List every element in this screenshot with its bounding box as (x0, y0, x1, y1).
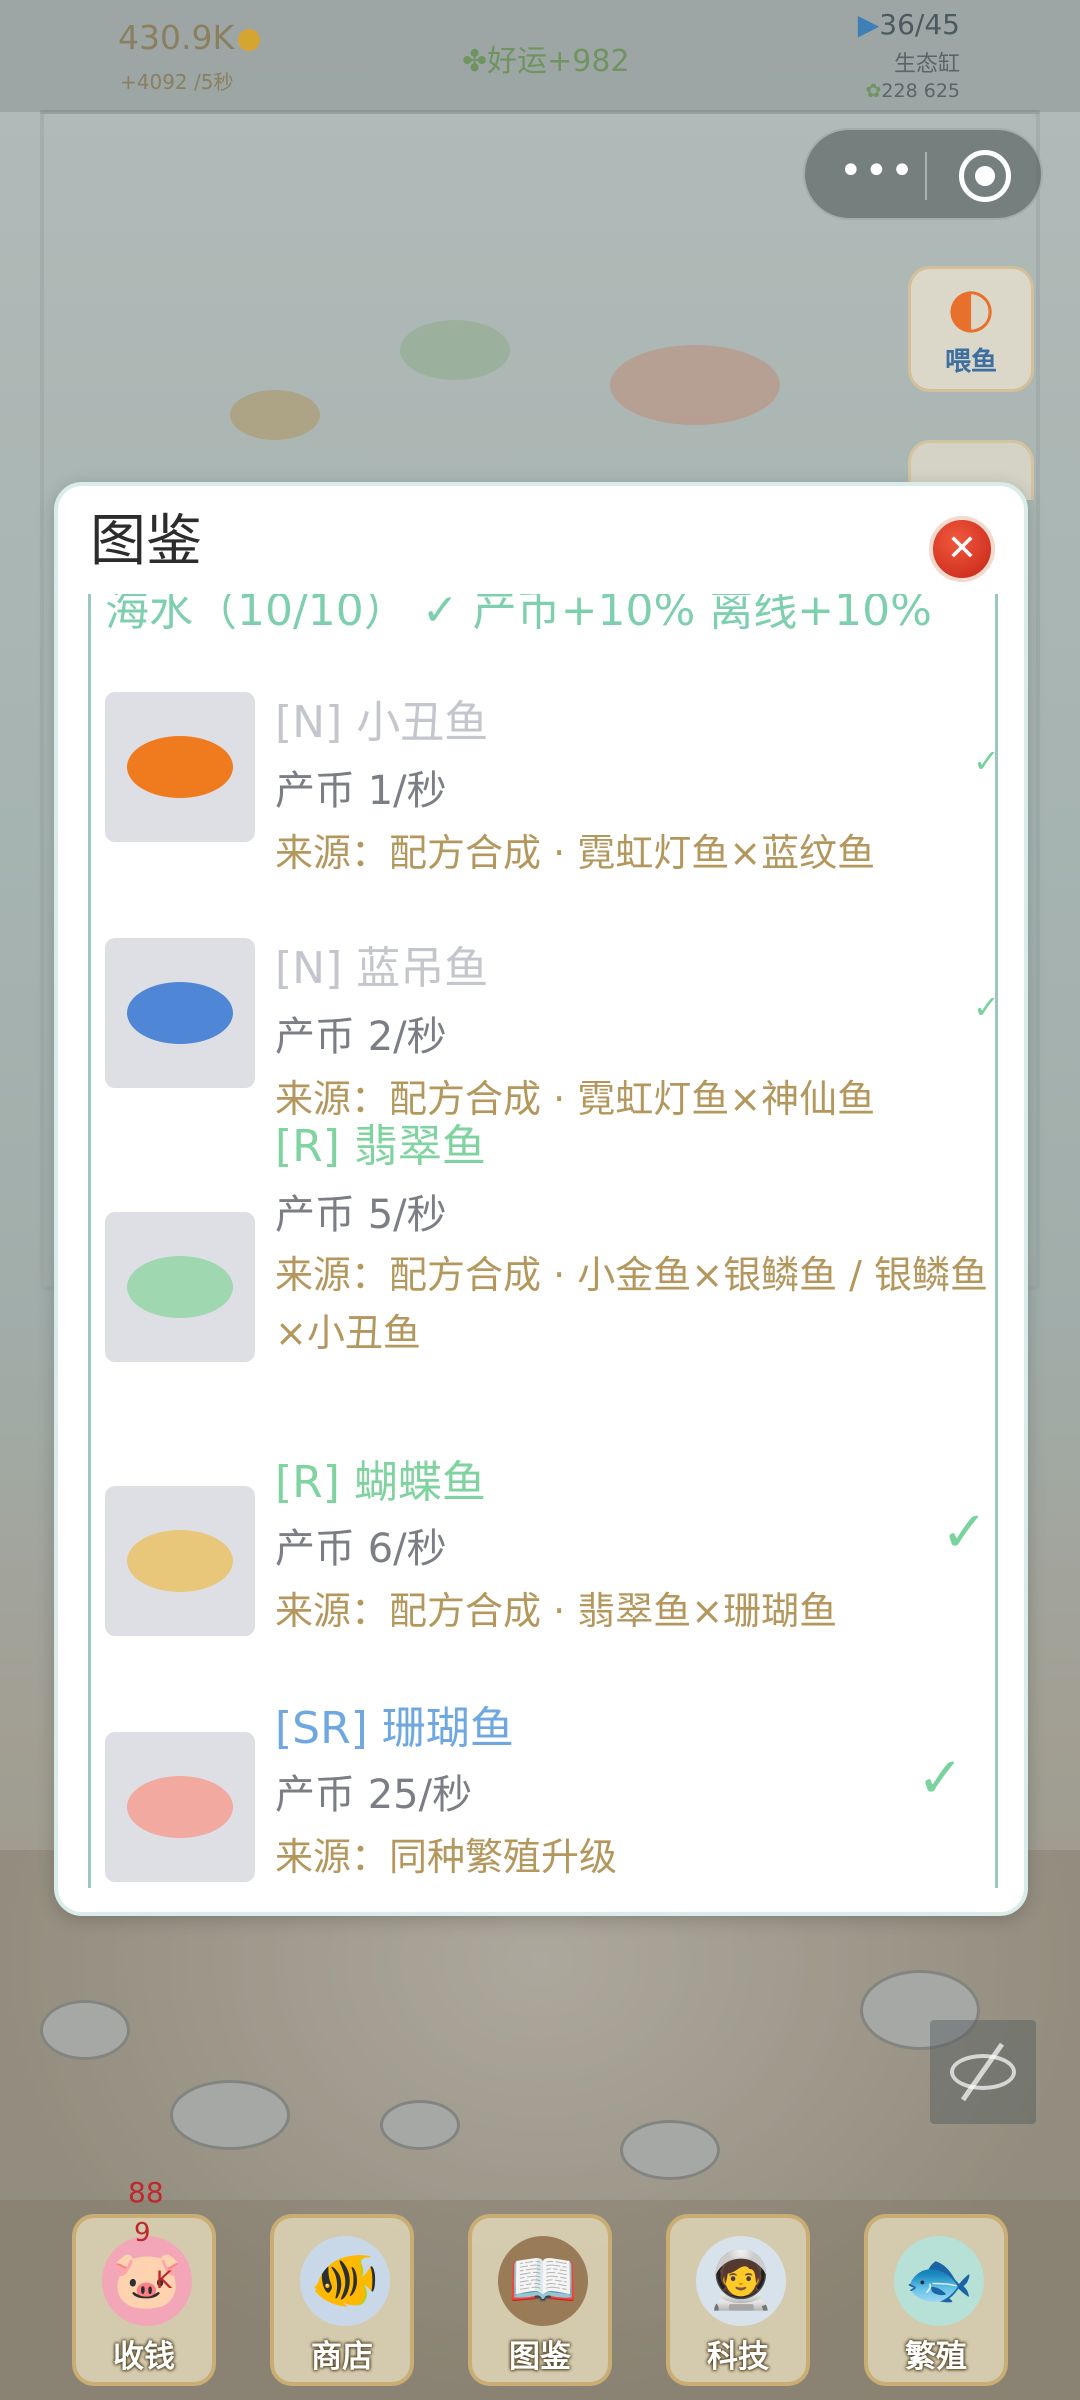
list-item[interactable]: [R] 翡翠鱼 产币 5/秒 来源：配方合成 · 小金鱼×银鳞鱼 / 银鳞鱼×小… (105, 1121, 995, 1502)
owned-check-icon: ✓ (973, 988, 998, 1026)
coin-rate: +4092 /5秒 (120, 70, 234, 94)
hide-ui-button[interactable] (930, 2020, 1036, 2124)
fish-source: 来源：配方合成 · 霓虹灯鱼×蓝纹鱼 (275, 831, 876, 875)
fish-name: [SR] 珊瑚鱼 (275, 1703, 514, 1754)
butterflyfish-icon (127, 1530, 233, 1592)
capsule-divider (925, 152, 927, 200)
nav-shop-button[interactable]: 🐠 商店 (270, 2214, 414, 2386)
nav-tech-label: 科技 (707, 2339, 769, 2375)
coin-icon (238, 28, 261, 51)
leaf-icon: ✿ (865, 80, 882, 102)
miniprogram-capsule: ••• (803, 128, 1043, 220)
blue-tang-icon (127, 982, 233, 1044)
codex-modal: 图鉴 ✕ 海水（10/10） ✓ 产币+10% 离线+10% [N] 小丑鱼 产… (54, 482, 1028, 1916)
fish-rate: 产币 6/秒 (275, 1526, 447, 1572)
close-button[interactable]: ✕ (929, 516, 995, 582)
clownfish-icon: ◐ (947, 276, 995, 339)
feed-fish-button[interactable]: ◐ 喂鱼 (908, 266, 1034, 392)
book-icon: 📖 (498, 2236, 588, 2326)
nav-collect-label: 收钱 (113, 2339, 175, 2375)
eco-tank-label: 生态缸 (893, 52, 960, 77)
nav-codex-button[interactable]: 📖 图鉴 (468, 2214, 612, 2386)
nav-codex-label: 图鉴 (509, 2339, 571, 2375)
fish-name: [N] 蓝吊鱼 (275, 943, 489, 994)
list-item[interactable]: [R] 蝴蝶鱼 产币 6/秒 来源：配方合成 · 翡翠鱼×珊瑚鱼 ✓ (105, 1457, 995, 1716)
nav-breed-button[interactable]: 🐟 繁殖 (864, 2214, 1008, 2386)
fish-source: 来源：配方合成 · 翡翠鱼×珊瑚鱼 (275, 1589, 838, 1633)
fish-thumbnail (105, 938, 255, 1088)
piggy-bank-icon: 🐷 (102, 2236, 192, 2326)
feed-fish-label: 喂鱼 (944, 347, 997, 377)
nav-tech-button[interactable]: 🧑‍🚀 科技 (666, 2214, 810, 2386)
modal-title: 图鉴 (90, 509, 202, 574)
fish-rate: 产币 2/秒 (275, 1014, 447, 1060)
coralfish-icon (127, 1776, 233, 1838)
fish-name: [R] 翡翠鱼 (275, 1121, 486, 1172)
fish-rate: 产币 25/秒 (275, 1772, 473, 1818)
fish-icon: ▶ (857, 8, 880, 41)
luck-indicator: ✤好运+982 (462, 44, 630, 79)
section-header: 海水（10/10） ✓ 产币+10% 离线+10% (105, 594, 932, 636)
astronaut-icon: 🧑‍🚀 (696, 2236, 786, 2326)
owned-check-icon: ✓ (973, 742, 998, 780)
clover-icon: ✤ (462, 44, 488, 79)
list-item[interactable]: [N] 小丑鱼 产币 1/秒 来源：配方合成 · 霓虹灯鱼×蓝纹鱼 ✓ (105, 692, 998, 922)
fish-rate: 产币 5/秒 (275, 1192, 447, 1238)
fish-name: [R] 蝴蝶鱼 (275, 1457, 486, 1508)
owned-check-icon: ✓ (941, 1500, 988, 1565)
close-miniprogram-icon[interactable] (959, 150, 1011, 202)
collect-badge: K (156, 2266, 172, 2294)
owned-check-icon: ✓ (917, 1746, 964, 1811)
collect-badge: 88 (128, 2176, 164, 2209)
fish-thumbnail (105, 1212, 255, 1362)
fish-thumbnail (105, 1732, 255, 1882)
codex-list[interactable]: 海水（10/10） ✓ 产币+10% 离线+10% [N] 小丑鱼 产币 1/秒… (88, 594, 998, 1888)
list-item[interactable]: [SR] 珊瑚鱼 产币 25/秒 来源：同种繁殖升级 ✓ (105, 1703, 995, 1888)
clownfish-icon (127, 736, 233, 798)
coin-total: 430.9K (118, 18, 261, 57)
fish-rate: 产币 1/秒 (275, 768, 447, 814)
list-item[interactable]: [N] 蓝吊鱼 产币 2/秒 来源：配方合成 · 霓虹灯鱼×神仙鱼 ✓ (105, 938, 998, 1168)
nav-breed-label: 繁殖 (905, 2339, 967, 2375)
fish-thumbnail (105, 1486, 255, 1636)
fish-shop-icon: 🐠 (300, 2236, 390, 2326)
breeding-icon: 🐟 (894, 2236, 984, 2326)
fish-name: [N] 小丑鱼 (275, 697, 489, 748)
resource-counts: ✿228 625 (865, 80, 961, 102)
collect-badge: 9 (134, 2218, 151, 2248)
top-hud: 430.9K +4092 /5秒 ✤好运+982 ▶36/45 生态缸 ✿228… (0, 0, 1080, 112)
more-options-icon[interactable]: ••• (839, 151, 914, 196)
fish-thumbnail (105, 692, 255, 842)
nav-shop-label: 商店 (311, 2339, 373, 2375)
fish-source: 来源：配方合成 · 小金鱼×银鳞鱼 / 银鳞鱼×小丑鱼 (275, 1253, 989, 1355)
emerald-fish-icon (127, 1256, 233, 1318)
eco-tank-count: ▶36/45 (857, 8, 960, 41)
fish-source: 来源：同种繁殖升级 (275, 1835, 618, 1879)
